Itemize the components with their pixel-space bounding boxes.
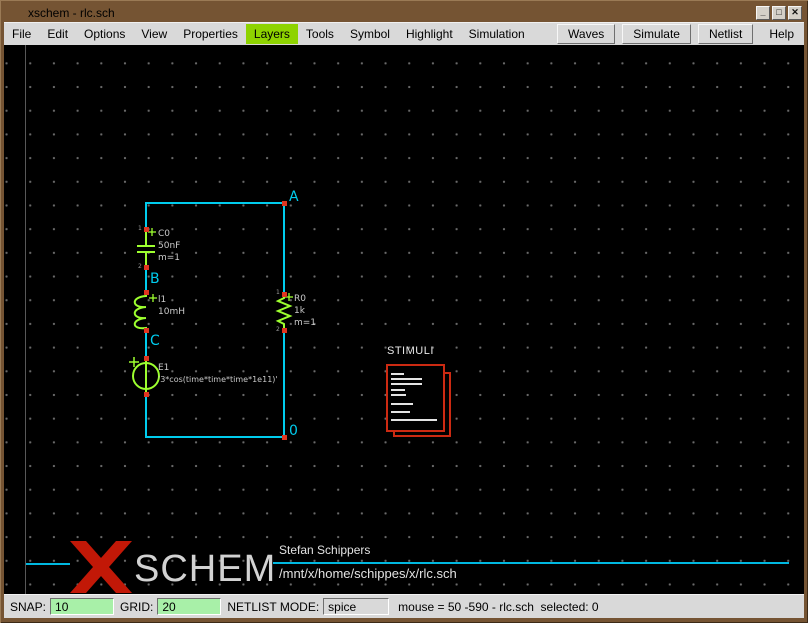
- menu-highlight[interactable]: Highlight: [398, 24, 461, 44]
- net-label-a[interactable]: A: [289, 189, 299, 205]
- minimize-icon[interactable]: _: [756, 6, 770, 20]
- schematic-drawing: [4, 45, 804, 594]
- menu-tools[interactable]: Tools: [298, 24, 342, 44]
- capacitor-mult[interactable]: m=1: [158, 253, 180, 263]
- resistor-pin2-number: 2: [276, 326, 280, 333]
- resistor-symbol[interactable]: [278, 293, 293, 328]
- window-controls: _ □ ✕: [756, 6, 802, 20]
- capacitor-name[interactable]: C0: [158, 229, 170, 239]
- menu-edit[interactable]: Edit: [39, 24, 76, 44]
- netlist-button[interactable]: Netlist: [698, 24, 753, 44]
- netlist-mode-label: NETLIST MODE:: [227, 600, 319, 614]
- credit-underline: [273, 562, 789, 564]
- capacitor-pin1-number: 1: [138, 225, 142, 232]
- simulate-button[interactable]: Simulate: [622, 24, 691, 44]
- menu-simulation[interactable]: Simulation: [461, 24, 533, 44]
- inductor-plus-icon: [149, 294, 157, 302]
- xschem-logo-x-icon[interactable]: [70, 541, 132, 593]
- snap-label: SNAP:: [10, 600, 46, 614]
- inductor-symbol[interactable]: [135, 294, 157, 330]
- resistor-mult[interactable]: m=1: [294, 318, 316, 328]
- credit-author[interactable]: Stefan Schippers: [279, 543, 370, 557]
- capacitor-plus-icon: [148, 228, 156, 236]
- net-label-c[interactable]: C: [150, 333, 160, 349]
- menu-file[interactable]: File: [4, 24, 39, 44]
- menu-properties[interactable]: Properties: [175, 24, 246, 44]
- stimuli-label[interactable]: STIMULI: [387, 345, 434, 357]
- close-icon[interactable]: ✕: [788, 6, 802, 20]
- xschem-logo-text[interactable]: SCHEM: [134, 546, 276, 592]
- title-bar[interactable]: xschem - rlc.sch _ □ ✕: [4, 3, 804, 22]
- inductor-name[interactable]: l1: [158, 295, 166, 305]
- vsource-symbol[interactable]: [129, 357, 159, 393]
- menu-help[interactable]: Help: [759, 24, 804, 44]
- xschem-window: xschem - rlc.sch _ □ ✕ File Edit Options…: [0, 0, 808, 623]
- schematic-canvas[interactable]: A B C 0 1 C0 50nF m=1 2 l1 10mH 1 R0 1k …: [4, 45, 804, 594]
- net-label-gnd[interactable]: 0: [289, 423, 298, 439]
- credit-left-line: [26, 563, 70, 565]
- window-title: xschem - rlc.sch: [28, 6, 115, 20]
- resistor-pin1-number: 1: [276, 289, 280, 296]
- mouse-status-text: mouse = 50 -590 - rlc.sch selected: 0: [398, 600, 598, 614]
- net-label-b[interactable]: B: [150, 271, 160, 287]
- grid-input[interactable]: [157, 598, 221, 615]
- menu-options[interactable]: Options: [76, 24, 133, 44]
- capacitor-pin2-number: 2: [138, 263, 142, 270]
- resistor-value[interactable]: 1k: [294, 306, 305, 316]
- menu-toolbuttons: Waves Simulate Netlist Help: [550, 24, 804, 44]
- grid-label: GRID:: [120, 600, 153, 614]
- menu-bar: File Edit Options View Properties Layers…: [4, 22, 804, 45]
- vsource-name[interactable]: E1: [158, 363, 169, 373]
- capacitor-value[interactable]: 50nF: [158, 241, 180, 251]
- resistor-name[interactable]: R0: [294, 294, 306, 304]
- vsource-value[interactable]: '3*cos(time*time*time*1e11)': [158, 375, 278, 384]
- status-bar: SNAP: GRID: NETLIST MODE: mouse = 50 -59…: [4, 594, 804, 618]
- waves-button[interactable]: Waves: [557, 24, 615, 44]
- capacitor-symbol[interactable]: [137, 228, 156, 266]
- maximize-icon[interactable]: □: [772, 6, 786, 20]
- netlist-mode-input[interactable]: [323, 598, 389, 615]
- snap-input[interactable]: [50, 598, 114, 615]
- menu-view[interactable]: View: [133, 24, 175, 44]
- menu-symbol[interactable]: Symbol: [342, 24, 398, 44]
- inductor-value[interactable]: 10mH: [158, 307, 185, 317]
- credit-filepath[interactable]: /mnt/x/home/schippes/x/rlc.sch: [279, 566, 457, 581]
- menu-layers[interactable]: Layers: [246, 24, 298, 44]
